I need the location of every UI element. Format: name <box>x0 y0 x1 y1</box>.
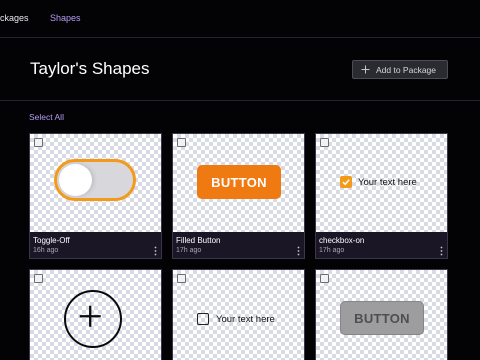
more-options-icon[interactable] <box>440 246 443 256</box>
shape-card-toggle-off[interactable]: Toggle-Off 16h ago <box>29 133 162 259</box>
shape-card-filled-button[interactable]: BUTTON Filled Button 17h ago <box>172 133 305 259</box>
card-select-checkbox[interactable] <box>34 274 43 283</box>
select-all-link[interactable]: Select All <box>29 112 64 122</box>
card-select-checkbox[interactable] <box>320 274 329 283</box>
card-select-checkbox[interactable] <box>177 274 186 283</box>
toggle-knob <box>59 164 92 196</box>
nav-link-packages[interactable]: ackages <box>0 13 29 24</box>
toggle-off-preview <box>54 159 136 201</box>
shape-thumbnail[interactable]: BUTTON <box>173 134 304 232</box>
card-footer: Filled Button 17h ago <box>173 232 304 258</box>
more-options-icon[interactable] <box>154 246 157 256</box>
card-footer: checkbox-on 17h ago <box>316 232 447 258</box>
nav-link-shapes[interactable]: Shapes <box>50 13 81 24</box>
shape-thumbnail[interactable]: Your text here <box>316 134 447 232</box>
checkbox-preview-label: Your text here <box>358 176 417 188</box>
page-title: Taylor's Shapes <box>30 59 150 78</box>
plus-icon <box>79 305 101 327</box>
checkbox-preview-label: Your text here <box>216 313 275 325</box>
card-select-checkbox[interactable] <box>320 138 329 147</box>
shape-card-add-circle[interactable] <box>29 269 162 360</box>
add-circle-preview <box>64 290 122 348</box>
card-timestamp: 17h ago <box>319 247 345 254</box>
checkbox-off-preview: Your text here <box>197 313 275 325</box>
more-options-icon[interactable] <box>297 246 300 256</box>
shape-thumbnail[interactable]: BUTTON <box>316 270 447 360</box>
shape-card-checkbox-on[interactable]: Your text here checkbox-on 17h ago <box>315 133 448 259</box>
card-timestamp: 17h ago <box>176 247 202 254</box>
card-title: checkbox-on <box>319 236 365 245</box>
checked-checkbox-icon <box>340 176 352 188</box>
card-title: Filled Button <box>176 236 221 245</box>
checkbox-on-preview: Your text here <box>340 176 417 188</box>
shape-card-checkbox-off[interactable]: Your text here <box>172 269 305 360</box>
card-footer: Toggle-Off 16h ago <box>30 232 161 258</box>
page-header: Taylor's Shapes Add to Package <box>0 39 480 101</box>
shape-card-disabled-button[interactable]: BUTTON <box>315 269 448 360</box>
card-title: Toggle-Off <box>33 236 70 245</box>
plus-icon <box>361 65 370 74</box>
add-to-package-label: Add to Package <box>376 64 437 75</box>
shape-thumbnail[interactable]: Your text here <box>173 270 304 360</box>
filled-button-preview: BUTTON <box>197 165 281 199</box>
top-navigation: ackages Shapes <box>0 0 480 38</box>
card-select-checkbox[interactable] <box>34 138 43 147</box>
shape-thumbnail[interactable] <box>30 270 161 360</box>
disabled-button-preview: BUTTON <box>340 301 424 335</box>
add-to-package-button[interactable]: Add to Package <box>352 60 448 79</box>
card-timestamp: 16h ago <box>33 247 59 254</box>
unchecked-checkbox-icon <box>197 313 209 325</box>
card-select-checkbox[interactable] <box>177 138 186 147</box>
shape-thumbnail[interactable] <box>30 134 161 232</box>
